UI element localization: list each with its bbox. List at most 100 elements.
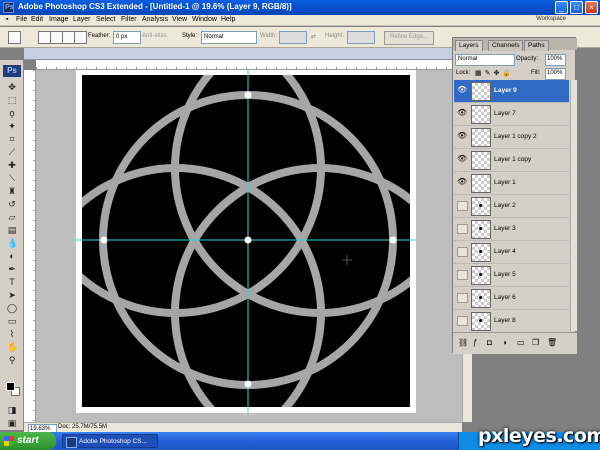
hidden-eye-slot[interactable]: [457, 247, 468, 257]
eye-icon[interactable]: 👁: [457, 109, 467, 117]
document-canvas[interactable]: [76, 70, 416, 413]
layer-row[interactable]: Layer 6: [454, 287, 569, 310]
antialias-checkbox[interactable]: Anti-alias: [142, 33, 167, 39]
pen-icon[interactable]: ✒: [7, 264, 17, 274]
new-layer-icon[interactable]: ❐: [532, 338, 539, 347]
hand-icon[interactable]: ✋: [7, 342, 18, 352]
new-group-icon[interactable]: ▭: [517, 338, 525, 347]
layer-row[interactable]: Layer 3: [454, 218, 569, 241]
workspace-menu[interactable]: Workspace: [536, 16, 566, 22]
healing-icon[interactable]: ✚: [7, 160, 17, 170]
eye-icon[interactable]: 👁: [457, 86, 467, 94]
menu-help[interactable]: Help: [221, 16, 235, 23]
swap-icon[interactable]: ⇄: [311, 33, 316, 40]
feather-label: Feather:: [88, 33, 111, 39]
hidden-eye-slot[interactable]: [457, 270, 468, 280]
lock-buttons[interactable]: ▦✎✥🔒: [475, 69, 514, 77]
ps-menu-icon[interactable]: ▪: [6, 16, 8, 23]
stamp-icon[interactable]: ♜: [7, 186, 17, 196]
layer-row[interactable]: Layer 4: [454, 241, 569, 264]
gradient-icon[interactable]: ▤: [7, 225, 17, 235]
slice-icon[interactable]: ⟋: [7, 147, 17, 157]
height-input[interactable]: [347, 31, 375, 44]
horizontal-scrollbar[interactable]: [96, 422, 462, 432]
adjustment-layer-icon[interactable]: ◑: [502, 338, 507, 347]
width-input[interactable]: [279, 31, 307, 44]
layer-row[interactable]: 👁 Layer 7: [454, 103, 569, 126]
menu-analysis[interactable]: Analysis: [142, 16, 168, 23]
zoom-icon[interactable]: ⚲: [7, 355, 17, 365]
foreground-color-swatch[interactable]: [6, 382, 15, 391]
blend-mode-select[interactable]: Normal: [455, 54, 515, 66]
horizontal-ruler[interactable]: [36, 60, 462, 70]
type-icon[interactable]: T: [7, 277, 17, 287]
eraser-icon[interactable]: ▱: [7, 212, 17, 222]
anchor-point-bottom[interactable]: [244, 380, 252, 388]
brush-icon[interactable]: ⟍: [7, 173, 17, 183]
delete-layer-icon[interactable]: 🗑: [547, 338, 557, 347]
minimize-button[interactable]: _: [555, 1, 568, 14]
layer-row[interactable]: Layer 2: [454, 195, 569, 218]
menu-filter[interactable]: Filter: [121, 16, 137, 23]
marquee-preset-icon[interactable]: [8, 31, 21, 44]
path-select-icon[interactable]: ➤: [7, 290, 17, 300]
eye-icon[interactable]: 👁: [457, 178, 467, 186]
menu-window[interactable]: Window: [192, 16, 217, 23]
eyedropper-icon[interactable]: ⌇: [7, 329, 17, 339]
lasso-icon[interactable]: ϙ: [7, 108, 17, 118]
link-layers-icon[interactable]: ⛓: [458, 338, 468, 347]
move-icon[interactable]: ✥: [7, 82, 17, 92]
eye-icon[interactable]: 👁: [457, 155, 467, 163]
notes-icon[interactable]: ▭: [7, 316, 17, 326]
layer-row[interactable]: 👁 Layer 1 copy: [454, 149, 569, 172]
hidden-eye-slot[interactable]: [457, 293, 468, 303]
layer-mask-icon[interactable]: ◘: [487, 338, 492, 347]
layers-scrollbar[interactable]: [570, 80, 577, 331]
blur-icon[interactable]: 💧: [7, 238, 18, 248]
menu-file[interactable]: File: [16, 16, 27, 23]
maximize-button[interactable]: □: [570, 1, 583, 14]
vertical-ruler[interactable]: [24, 70, 36, 422]
menu-view[interactable]: View: [172, 16, 187, 23]
anchor-point-top[interactable]: [244, 91, 252, 99]
doc-size-info[interactable]: Doc: 25.7M/75.5M: [58, 424, 107, 430]
menu-select[interactable]: Select: [96, 16, 115, 23]
anchor-point-center[interactable]: [244, 236, 252, 244]
style-select[interactable]: Normal: [201, 31, 257, 44]
tab-layers[interactable]: Layers: [455, 40, 483, 51]
shape-icon[interactable]: ◯: [7, 303, 17, 313]
menu-image[interactable]: Image: [49, 16, 68, 23]
crop-icon[interactable]: ⌗: [7, 134, 17, 144]
anchor-point-left[interactable]: [100, 236, 108, 244]
close-button[interactable]: ×: [585, 1, 598, 14]
intersect-selection-icon[interactable]: [74, 31, 87, 44]
layer-row[interactable]: Layer 8: [454, 310, 569, 331]
hidden-eye-slot[interactable]: [457, 316, 468, 326]
feather-input[interactable]: 0 px: [113, 31, 141, 44]
marquee-icon[interactable]: ⬚: [7, 95, 17, 105]
layer-row[interactable]: Layer 5: [454, 264, 569, 287]
eye-icon[interactable]: 👁: [457, 132, 467, 140]
start-button[interactable]: start: [0, 432, 56, 450]
dodge-icon[interactable]: ◐: [7, 251, 17, 261]
layer-row[interactable]: 👁 Layer 1 copy 2: [454, 126, 569, 149]
refine-edge-button[interactable]: Refine Edge...: [384, 31, 434, 45]
quick-mask-icon[interactable]: ◨: [7, 405, 17, 415]
magic-wand-icon[interactable]: ✦: [7, 121, 17, 131]
layer-row[interactable]: 👁 Layer 9: [454, 80, 569, 103]
tab-channels[interactable]: Channels: [488, 40, 524, 51]
history-brush-icon[interactable]: ↺: [7, 199, 17, 209]
menu-edit[interactable]: Edit: [31, 16, 43, 23]
layer-row[interactable]: 👁 Layer 1: [454, 172, 569, 195]
menu-layer[interactable]: Layer: [73, 16, 91, 23]
hidden-eye-slot[interactable]: [457, 224, 468, 234]
taskbar-photoshop-button[interactable]: Adobe Photoshop CS...: [62, 434, 158, 448]
screen-mode-icon[interactable]: ▣: [7, 418, 17, 428]
tab-paths[interactable]: Paths: [524, 40, 549, 51]
layer-style-icon[interactable]: ƒ: [473, 338, 477, 347]
height-label: Height:: [325, 33, 345, 39]
fill-input[interactable]: 100%: [545, 68, 566, 80]
opacity-input[interactable]: 100%: [545, 54, 566, 66]
anchor-point-right[interactable]: [389, 236, 397, 244]
hidden-eye-slot[interactable]: [457, 201, 468, 211]
